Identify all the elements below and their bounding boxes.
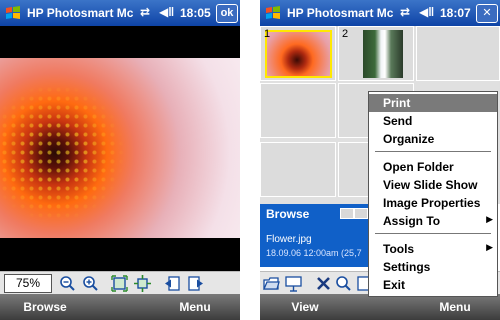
context-menu: Print Send Organize Open Folder View Sli… (368, 91, 498, 297)
thumbnail-number: 2 (342, 28, 349, 40)
menu-item-send[interactable]: Send (369, 112, 497, 130)
speaker-icon[interactable]: ◀ǁ (419, 5, 434, 19)
right-screen: HP Photosmart Mc ⇄ ◀ǁ 18:07 ✕ 1 2 Browse… (260, 0, 500, 320)
softkey-bar: Browse Menu (0, 294, 240, 320)
file-name: Flower.jpg (266, 234, 312, 245)
file-details: 18.09.06 12:00am (25,7 (266, 248, 362, 258)
fit-to-screen-icon[interactable] (111, 275, 128, 292)
ok-button[interactable]: ok (216, 4, 238, 23)
submenu-arrow-icon: ▶ (486, 242, 493, 252)
slide-show-icon[interactable] (285, 275, 302, 292)
softkey-bar: View Menu (260, 294, 500, 320)
menu-item-view-slide-show[interactable]: View Slide Show (369, 176, 497, 194)
submenu-arrow-icon: ▶ (486, 214, 493, 224)
connectivity-icon[interactable]: ⇄ (140, 5, 150, 19)
menu-item-settings[interactable]: Settings (369, 258, 497, 276)
thumbnail-cell[interactable] (260, 142, 336, 197)
window-title: HP Photosmart Mc (287, 6, 394, 20)
connectivity-icon[interactable]: ⇄ (400, 5, 410, 19)
menu-item-tools[interactable]: Tools ▶ (369, 240, 497, 258)
view-softkey[interactable]: View (260, 300, 350, 314)
image-toolbar: 75% (0, 271, 240, 295)
title-bar: HP Photosmart Mc ⇄ ◀ǁ 18:07 ✕ (260, 0, 500, 26)
menu-separator (375, 233, 491, 234)
flower-image (0, 58, 240, 238)
thumbnail-number: 1 (264, 28, 271, 40)
menu-item-organize[interactable]: Organize (369, 130, 497, 148)
menu-item-open-folder[interactable]: Open Folder (369, 158, 497, 176)
delete-icon[interactable] (315, 275, 332, 292)
thumbnail-flower[interactable] (265, 30, 332, 78)
view-toggle-icon[interactable] (354, 208, 368, 219)
title-bar: HP Photosmart Mc ⇄ ◀ǁ 18:05 ok (0, 0, 240, 26)
thumbnail-cell[interactable] (260, 83, 336, 138)
next-image-icon[interactable] (187, 275, 204, 292)
browse-softkey[interactable]: Browse (0, 300, 90, 314)
menu-item-image-properties[interactable]: Image Properties (369, 194, 497, 212)
menu-item-print[interactable]: Print (369, 94, 497, 112)
zoom-out-icon[interactable] (59, 275, 76, 292)
view-toggle-icon[interactable] (340, 208, 354, 219)
info-panel-title: Browse (266, 207, 310, 221)
thumbnail-cell[interactable]: 1 (260, 26, 336, 81)
thumbnail-cell[interactable]: 2 (338, 26, 414, 81)
close-button[interactable]: ✕ (476, 4, 498, 23)
zoom-in-icon[interactable] (82, 275, 99, 292)
menu-softkey[interactable]: Menu (410, 300, 500, 314)
clock[interactable]: 18:07 (440, 6, 471, 20)
left-screen: HP Photosmart Mc ⇄ ◀ǁ 18:05 ok 75% Brows… (0, 0, 240, 320)
clock[interactable]: 18:05 (180, 6, 211, 20)
info-panel: Browse Flower.jpg 18.09.06 12:00am (25,7 (260, 204, 370, 267)
window-title: HP Photosmart Mc (27, 6, 134, 20)
thumbnail-waterfall[interactable] (363, 30, 403, 78)
menu-softkey[interactable]: Menu (150, 300, 240, 314)
windows-logo-icon[interactable] (264, 4, 282, 22)
speaker-icon[interactable]: ◀ǁ (159, 5, 174, 19)
menu-item-exit[interactable]: Exit (369, 276, 497, 294)
search-icon[interactable] (335, 275, 352, 292)
zoom-level-field[interactable]: 75% (4, 274, 52, 293)
photo-view[interactable] (0, 58, 240, 238)
actual-size-icon[interactable] (134, 275, 151, 292)
menu-separator (375, 151, 491, 152)
menu-item-assign-to[interactable]: Assign To ▶ (369, 212, 497, 230)
windows-logo-icon[interactable] (4, 4, 22, 22)
previous-image-icon[interactable] (164, 275, 181, 292)
thumbnail-cell[interactable] (416, 26, 500, 81)
open-folder-icon[interactable] (263, 275, 280, 292)
